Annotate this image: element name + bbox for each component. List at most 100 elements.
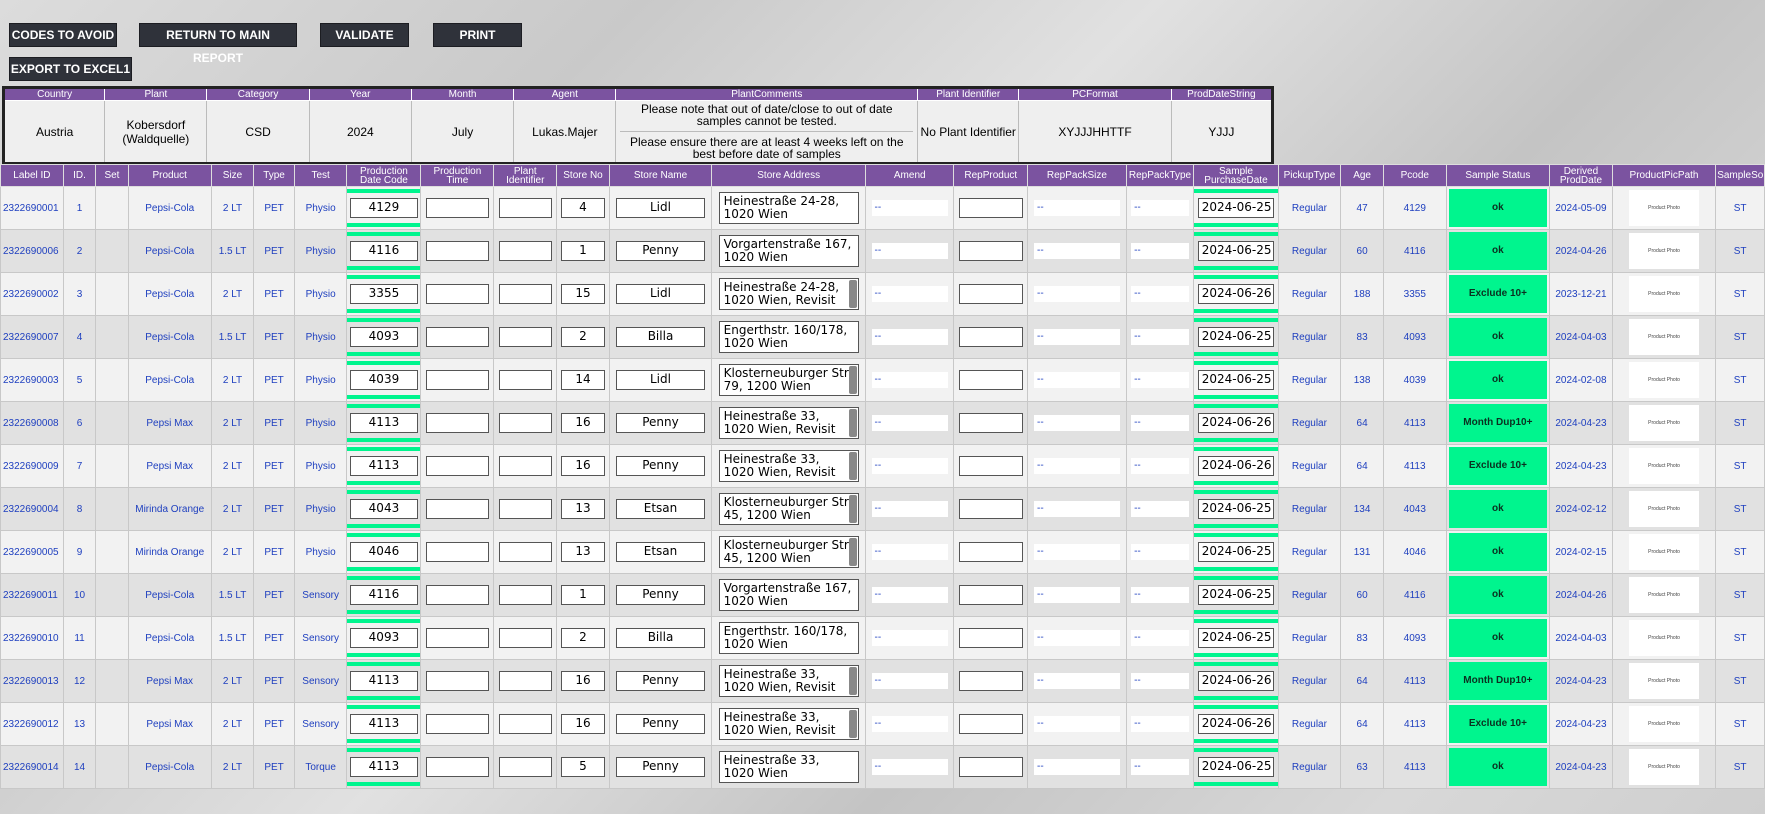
label-id-cell[interactable]: 2322690002	[0, 272, 64, 316]
plant-identifier-input[interactable]	[498, 585, 552, 605]
product-photo-thumbnail[interactable]: Product Photo	[1629, 190, 1700, 226]
label-id-cell[interactable]: 2322690011	[0, 573, 64, 617]
plant-identifier-input[interactable]	[498, 542, 552, 562]
store-name-input[interactable]: Lidl	[615, 284, 706, 304]
rep-pack-type-select[interactable]: --	[1131, 372, 1189, 388]
textarea-scrollbar[interactable]	[848, 366, 857, 394]
rep-pack-size-select[interactable]: --	[1034, 630, 1120, 646]
label-id-cell[interactable]: 2322690006	[0, 229, 64, 273]
production-date-code-input[interactable]: 4113	[350, 413, 418, 433]
store-address-textarea[interactable]: Klosterneuburger Str. 45, 1200 Wien	[718, 493, 859, 525]
product-photo-thumbnail[interactable]: Product Photo	[1629, 663, 1700, 699]
rep-pack-size-select[interactable]: --	[1034, 759, 1120, 775]
rep-product-input[interactable]	[959, 198, 1023, 218]
production-time-input[interactable]	[426, 413, 489, 433]
sample-purchase-date-input[interactable]: 2024-06-26	[1197, 671, 1275, 691]
textarea-scrollbar[interactable]	[848, 409, 857, 437]
sample-purchase-date-input[interactable]: 2024-06-25	[1197, 499, 1275, 519]
production-date-code-input[interactable]: 4093	[350, 628, 418, 648]
rep-pack-size-select[interactable]: --	[1034, 200, 1120, 216]
store-no-input[interactable]: 2	[561, 327, 605, 347]
store-name-input[interactable]: Etsan	[615, 499, 706, 519]
store-address-textarea[interactable]: Engerthstr. 160/178, 1020 Wien	[718, 622, 859, 654]
plant-identifier-input[interactable]	[498, 499, 552, 519]
product-photo-thumbnail[interactable]: Product Photo	[1629, 276, 1700, 312]
amend-input[interactable]: --	[871, 587, 948, 603]
production-date-code-input[interactable]: 4113	[350, 714, 418, 734]
rep-product-input[interactable]	[959, 757, 1023, 777]
sample-purchase-date-input[interactable]: 2024-06-25	[1197, 585, 1275, 605]
store-address-textarea[interactable]: Heinestraße 24-28, 1020 Wien, Revisit	[718, 278, 859, 310]
label-id-cell[interactable]: 2322690010	[0, 616, 64, 660]
store-no-input[interactable]: 16	[561, 413, 605, 433]
rep-pack-type-select[interactable]: --	[1131, 673, 1189, 689]
product-photo-thumbnail[interactable]: Product Photo	[1629, 491, 1700, 527]
amend-input[interactable]: --	[871, 458, 948, 474]
product-photo-thumbnail[interactable]: Product Photo	[1629, 362, 1700, 398]
rep-pack-type-select[interactable]: --	[1131, 630, 1189, 646]
amend-input[interactable]: --	[871, 544, 948, 560]
rep-pack-type-select[interactable]: --	[1131, 716, 1189, 732]
rep-product-input[interactable]	[959, 370, 1023, 390]
product-photo-thumbnail[interactable]: Product Photo	[1629, 448, 1700, 484]
store-name-input[interactable]: Penny	[615, 757, 706, 777]
rep-product-input[interactable]	[959, 714, 1023, 734]
codes-to-avoid-button[interactable]: CODES TO AVOID	[9, 23, 117, 47]
product-photo-thumbnail[interactable]: Product Photo	[1629, 577, 1700, 613]
label-id-cell[interactable]: 2322690007	[0, 315, 64, 359]
rep-product-input[interactable]	[959, 585, 1023, 605]
store-address-textarea[interactable]: Heinestraße 33, 1020 Wien	[718, 751, 859, 783]
rep-pack-size-select[interactable]: --	[1034, 458, 1120, 474]
production-time-input[interactable]	[426, 370, 489, 390]
label-id-cell[interactable]: 2322690001	[0, 186, 64, 230]
rep-pack-type-select[interactable]: --	[1131, 415, 1189, 431]
product-photo-thumbnail[interactable]: Product Photo	[1629, 319, 1700, 355]
export-to-excel-button[interactable]: EXPORT TO EXCEL1	[9, 57, 132, 81]
plant-identifier-input[interactable]	[498, 198, 552, 218]
sample-purchase-date-input[interactable]: 2024-06-25	[1197, 327, 1275, 347]
rep-pack-size-select[interactable]: --	[1034, 286, 1120, 302]
label-id-cell[interactable]: 2322690013	[0, 659, 64, 703]
store-name-input[interactable]: Penny	[615, 714, 706, 734]
rep-product-input[interactable]	[959, 241, 1023, 261]
amend-input[interactable]: --	[871, 200, 948, 216]
label-id-cell[interactable]: 2322690005	[0, 530, 64, 574]
sample-purchase-date-input[interactable]: 2024-06-25	[1197, 198, 1275, 218]
amend-input[interactable]: --	[871, 329, 948, 345]
textarea-scrollbar[interactable]	[848, 710, 857, 738]
production-time-input[interactable]	[426, 327, 489, 347]
return-to-main-report-button[interactable]: RETURN TO MAIN REPORT	[139, 23, 297, 65]
store-name-input[interactable]: Etsan	[615, 542, 706, 562]
store-name-input[interactable]: Billa	[615, 628, 706, 648]
amend-input[interactable]: --	[871, 630, 948, 646]
production-time-input[interactable]	[426, 284, 489, 304]
store-name-input[interactable]: Lidl	[615, 370, 706, 390]
store-no-input[interactable]: 14	[561, 370, 605, 390]
store-address-textarea[interactable]: Vorgartenstraße 167, 1020 Wien	[718, 235, 859, 267]
sample-purchase-date-input[interactable]: 2024-06-26	[1197, 284, 1275, 304]
product-photo-thumbnail[interactable]: Product Photo	[1629, 233, 1700, 269]
store-address-textarea[interactable]: Klosterneuburger Str. 79, 1200 Wien	[718, 364, 859, 396]
rep-pack-size-select[interactable]: --	[1034, 243, 1120, 259]
plant-identifier-input[interactable]	[498, 327, 552, 347]
store-address-textarea[interactable]: Heinestraße 24-28, 1020 Wien	[718, 192, 859, 224]
production-time-input[interactable]	[426, 628, 489, 648]
sample-purchase-date-input[interactable]: 2024-06-25	[1197, 370, 1275, 390]
production-date-code-input[interactable]: 3355	[350, 284, 418, 304]
rep-product-input[interactable]	[959, 327, 1023, 347]
sample-purchase-date-input[interactable]: 2024-06-26	[1197, 456, 1275, 476]
product-photo-thumbnail[interactable]: Product Photo	[1629, 534, 1700, 570]
sample-purchase-date-input[interactable]: 2024-06-25	[1197, 628, 1275, 648]
production-time-input[interactable]	[426, 757, 489, 777]
rep-pack-size-select[interactable]: --	[1034, 501, 1120, 517]
rep-product-input[interactable]	[959, 456, 1023, 476]
rep-pack-type-select[interactable]: --	[1131, 286, 1189, 302]
rep-pack-type-select[interactable]: --	[1131, 200, 1189, 216]
store-no-input[interactable]: 2	[561, 628, 605, 648]
store-no-input[interactable]: 13	[561, 499, 605, 519]
rep-product-input[interactable]	[959, 499, 1023, 519]
store-name-input[interactable]: Penny	[615, 413, 706, 433]
rep-product-input[interactable]	[959, 284, 1023, 304]
textarea-scrollbar[interactable]	[848, 280, 857, 308]
validate-button[interactable]: VALIDATE	[320, 23, 409, 47]
